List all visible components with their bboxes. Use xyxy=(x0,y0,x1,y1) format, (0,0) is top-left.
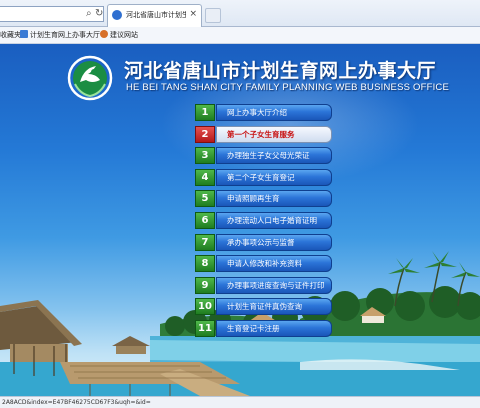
menu-item-2[interactable]: 2 第一个子女生育服务 xyxy=(195,125,335,143)
site-title: 河北省唐山市计划生育网上办事大厅 xyxy=(124,60,437,82)
menu-item-8[interactable]: 8 申请人修改和补充资料 xyxy=(195,255,335,273)
menu-item-1[interactable]: 1 网上办事大厅介绍 xyxy=(195,104,335,121)
menu-item-number: 10 xyxy=(195,298,215,316)
menu-item-number: 11 xyxy=(195,319,215,337)
menu-item-label: 办理流动人口电子婚育证明 xyxy=(227,215,317,225)
menu-item-number: 7 xyxy=(195,233,215,251)
suggested-sites-icon xyxy=(100,30,108,38)
menu-item-5[interactable]: 5 申请照顾再生育 xyxy=(195,190,335,208)
menu-item-3[interactable]: 3 办理独生子女父母光荣证 xyxy=(195,147,335,165)
menu-item-6[interactable]: 6 办理流动人口电子婚育证明 xyxy=(195,211,335,229)
tab-close-icon[interactable]: × xyxy=(189,8,197,20)
menu-item-bar: 承办事项公示与监督 xyxy=(216,233,332,251)
menu-item-bar: 办理流动人口电子婚育证明 xyxy=(216,211,332,229)
tab-favicon-icon xyxy=(112,10,122,20)
search-icon[interactable]: ⌕ xyxy=(86,8,92,20)
page-icon xyxy=(20,30,28,38)
menu-item-number: 1 xyxy=(195,104,215,121)
site-subtitle: HE BEI TANG SHAN CITY FAMILY PLANNING WE… xyxy=(126,82,450,93)
menu-item-11[interactable]: 11 生育登记卡注册 xyxy=(195,319,335,337)
menu-item-number: 5 xyxy=(195,190,215,208)
menu-item-number: 4 xyxy=(195,168,215,186)
menu-item-label: 承办事项公示与监督 xyxy=(227,237,295,247)
browser-tab-bar: ⌕ ↻ 河北省唐山市计划生育网上... × xyxy=(0,0,480,27)
favorites-link[interactable]: 收藏夹 xyxy=(0,27,21,43)
menu-item-label: 生育登记卡注册 xyxy=(227,323,280,333)
suggested-sites-link[interactable]: 建议网站 xyxy=(100,27,138,43)
favorite-site-link[interactable]: 计划生育网上办事大厅 xyxy=(20,27,100,43)
menu-item-label: 第二个子女生育登记 xyxy=(227,172,295,182)
refresh-icon[interactable]: ↻ xyxy=(95,8,103,20)
favorites-bar: 收藏夹 计划生育网上办事大厅 建议网站 xyxy=(0,27,480,44)
menu-item-bar: 计划生育证件真伪查询 xyxy=(216,298,332,316)
menu-item-4[interactable]: 4 第二个子女生育登记 xyxy=(195,168,335,186)
menu-item-9[interactable]: 9 办理事项进度查询与证件打印 xyxy=(195,276,335,294)
favorites-label: 收藏夹 xyxy=(0,31,21,39)
menu-item-label: 办理事项进度查询与证件打印 xyxy=(227,280,325,290)
menu-item-number: 3 xyxy=(195,147,215,165)
menu-item-number: 9 xyxy=(195,276,215,294)
menu-item-bar: 申请人修改和补充资料 xyxy=(216,255,332,273)
menu-item-label: 办理独生子女父母光荣证 xyxy=(227,151,310,161)
menu-item-bar: 生育登记卡注册 xyxy=(216,319,332,337)
menu-item-number: 8 xyxy=(195,255,215,273)
status-url: 2A8ACD&index=E47BF46275CD67F3&uqh=&id= xyxy=(2,399,151,406)
favorite-site-label: 计划生育网上办事大厅 xyxy=(30,31,100,39)
family-planning-logo-icon xyxy=(67,55,113,101)
menu-item-bar: 申请照顾再生育 xyxy=(216,190,332,208)
menu-item-number: 2 xyxy=(195,125,215,143)
menu-item-10[interactable]: 10 计划生育证件真伪查询 xyxy=(195,298,335,316)
service-menu: 1 网上办事大厅介绍 2 第一个子女生育服务 3 办理独生子女父母光荣证 4 第… xyxy=(195,104,335,342)
menu-item-7[interactable]: 7 承办事项公示与监督 xyxy=(195,233,335,251)
status-bar: 2A8ACD&index=E47BF46275CD67F3&uqh=&id= xyxy=(0,396,480,408)
page-viewport: 河北省唐山市计划生育网上办事大厅 HE BEI TANG SHAN CITY F… xyxy=(0,44,480,396)
menu-item-number: 6 xyxy=(195,211,215,229)
tab-title: 河北省唐山市计划生育网上... xyxy=(126,11,186,19)
new-tab-button[interactable] xyxy=(205,8,221,23)
suggested-sites-label: 建议网站 xyxy=(110,31,138,39)
menu-item-label: 计划生育证件真伪查询 xyxy=(227,302,302,312)
browser-tab[interactable]: 河北省唐山市计划生育网上... × xyxy=(107,4,202,27)
menu-item-bar: 办理独生子女父母光荣证 xyxy=(216,147,332,165)
menu-item-label: 申请照顾再生育 xyxy=(227,194,280,204)
menu-item-label: 第一个子女生育服务 xyxy=(227,129,295,139)
menu-item-bar: 网上办事大厅介绍 xyxy=(216,104,332,121)
menu-item-label: 网上办事大厅介绍 xyxy=(227,108,287,117)
address-bar[interactable]: ⌕ ↻ xyxy=(0,6,104,22)
menu-item-bar: 第二个子女生育登记 xyxy=(216,168,332,186)
menu-item-label: 申请人修改和补充资料 xyxy=(227,259,302,269)
menu-item-bar: 第一个子女生育服务 xyxy=(216,125,332,143)
menu-item-bar: 办理事项进度查询与证件打印 xyxy=(216,276,332,294)
